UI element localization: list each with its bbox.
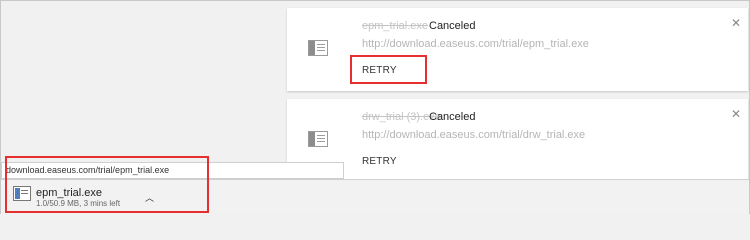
close-icon[interactable]: ✕ [731,16,741,30]
download-url[interactable]: http://download.easeus.com/trial/epm_tri… [362,38,589,50]
file-icon [308,131,328,147]
highlight-box-retry [350,55,427,84]
download-url[interactable]: http://download.easeus.com/trial/drw_tri… [362,129,585,141]
close-icon[interactable]: ✕ [731,107,741,121]
download-status: Canceled [429,111,476,123]
download-status: Canceled [429,20,476,32]
file-icon [308,40,328,56]
retry-button[interactable]: RETRY [362,156,397,167]
download-file-name[interactable]: epm_trial.exe [362,20,428,32]
download-card-drw: drw_trial (3).exe Canceled http://downlo… [287,99,748,183]
highlight-box-download [5,156,209,213]
